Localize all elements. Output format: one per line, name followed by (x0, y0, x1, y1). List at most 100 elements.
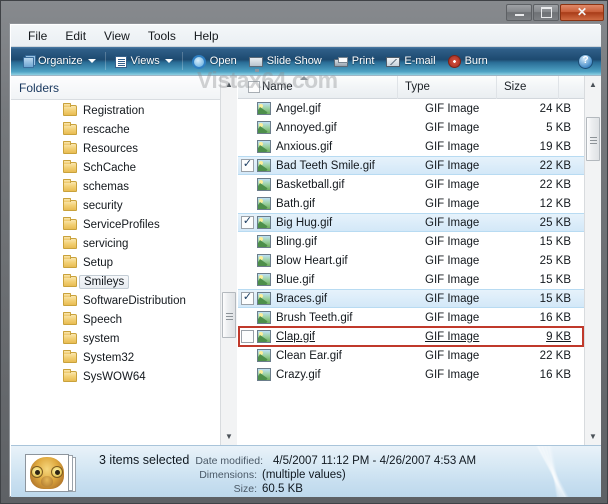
row-checkbox[interactable] (241, 330, 254, 343)
dimensions-value: (multiple values) (262, 469, 346, 481)
folders-title: Folders (19, 80, 60, 95)
tree-item-schcache[interactable]: SchCache (11, 158, 220, 177)
scroll-up-button[interactable]: ▲ (585, 76, 601, 93)
row-checkbox[interactable] (241, 157, 254, 172)
tree-item-serviceprofiles[interactable]: ServiceProfiles (11, 215, 220, 234)
file-type: GIF Image (425, 178, 480, 191)
tree-item-security[interactable]: security (11, 196, 220, 215)
menu-file[interactable]: File (19, 27, 56, 45)
row-checkbox[interactable] (241, 102, 254, 115)
scrollbar-thumb[interactable] (222, 292, 236, 338)
scroll-down-button[interactable]: ▼ (585, 428, 601, 445)
column-header-type[interactable]: Type (398, 75, 497, 99)
print-button[interactable]: Print (328, 49, 381, 73)
table-row[interactable]: Blue.gif GIF Image 15 KB (238, 270, 584, 289)
details-line-dimensions: Dimensions: (multiple values) (99, 469, 559, 481)
row-checkbox[interactable] (241, 349, 254, 362)
tree-item-resources[interactable]: Resources (11, 139, 220, 158)
table-row[interactable]: Anxious.gif GIF Image 19 KB (238, 137, 584, 156)
tree-item-label: Setup (83, 256, 114, 269)
file-name: Clap.gif (276, 330, 315, 343)
row-checkbox[interactable] (241, 235, 254, 248)
tree-item-servicing[interactable]: servicing (11, 234, 220, 253)
details-line-size: Size: 60.5 KB (99, 483, 559, 495)
row-checkbox[interactable] (241, 197, 254, 210)
views-button[interactable]: Views (109, 49, 179, 73)
minimize-button[interactable] (506, 3, 532, 21)
gif-image-icon (257, 197, 271, 210)
tree-item-schemas[interactable]: schemas (11, 177, 220, 196)
table-row[interactable]: Basketball.gif GIF Image 22 KB (238, 175, 584, 194)
row-checkbox[interactable] (241, 273, 254, 286)
table-row[interactable]: Bad Teeth Smile.gif GIF Image 22 KB (238, 156, 584, 175)
preview-thumbnail (25, 454, 79, 492)
row-checkbox[interactable] (241, 290, 254, 305)
tree-item-system[interactable]: system (11, 329, 220, 348)
table-row[interactable]: Braces.gif GIF Image 15 KB (238, 289, 584, 308)
views-label: Views (130, 55, 160, 67)
close-button[interactable]: ✕ (560, 3, 604, 21)
table-row[interactable]: Annoyed.gif GIF Image 5 KB (238, 118, 584, 137)
select-all-checkbox[interactable] (248, 81, 260, 93)
table-row[interactable]: Bath.gif GIF Image 12 KB (238, 194, 584, 213)
table-row[interactable]: Blow Heart.gif GIF Image 25 KB (238, 251, 584, 270)
disc-icon (447, 55, 461, 68)
tree-item-smileys[interactable]: Smileys (11, 272, 220, 291)
table-row[interactable]: Big Hug.gif GIF Image 25 KB (238, 213, 584, 232)
open-button[interactable]: Open (186, 49, 243, 73)
folder-icon (63, 236, 77, 249)
row-checkbox[interactable] (241, 368, 254, 381)
file-name: Blue.gif (276, 273, 315, 286)
organize-label: Organize (38, 55, 83, 67)
folders-scrollbar[interactable]: ▲ ▼ (220, 76, 237, 445)
organize-button[interactable]: Organize (17, 49, 102, 73)
help-button[interactable]: ? (578, 53, 593, 69)
column-header-blank[interactable] (559, 76, 584, 99)
tree-item-label: SchCache (83, 161, 137, 174)
folders-header[interactable]: Folders ⌄ (11, 76, 236, 100)
tree-item-label: security (83, 199, 123, 212)
scroll-down-button[interactable]: ▼ (221, 428, 237, 445)
menu-help[interactable]: Help (185, 27, 228, 45)
file-name: Annoyed.gif (276, 121, 337, 134)
tree-item-system32[interactable]: System32 (11, 348, 220, 367)
row-checkbox[interactable] (241, 214, 254, 229)
selection-count: 3 items selected (99, 453, 190, 467)
table-row[interactable]: Clap.gif GIF Image 9 KB (238, 327, 584, 346)
table-row[interactable]: Crazy.gif GIF Image 16 KB (238, 365, 584, 384)
row-checkbox[interactable] (241, 178, 254, 191)
file-type: GIF Image (425, 235, 480, 248)
column-header-name[interactable]: Name (238, 75, 398, 99)
tree-item-softwaredistribution[interactable]: SoftwareDistribution (11, 291, 220, 310)
file-name: Bling.gif (276, 235, 317, 248)
scroll-up-button[interactable]: ▲ (221, 76, 237, 93)
tree-item-syswow64[interactable]: SysWOW64 (11, 367, 220, 386)
explorer-window: ✕ ← → « Windows ▶ Smileys ⟳ ⌕ F (0, 0, 608, 504)
tree-item-speech[interactable]: Speech (11, 310, 220, 329)
table-row[interactable]: Angel.gif GIF Image 24 KB (238, 99, 584, 118)
tree-item-rescache[interactable]: rescache (11, 120, 220, 139)
row-checkbox[interactable] (241, 254, 254, 267)
maximize-button[interactable] (533, 3, 559, 21)
burn-button[interactable]: Burn (442, 49, 494, 73)
menu-tools[interactable]: Tools (139, 27, 185, 45)
column-header-size[interactable]: Size (497, 75, 559, 99)
grip-icon (589, 137, 597, 138)
details-pane: 3 items selected Date modified: 4/5/2007… (11, 445, 601, 497)
row-checkbox[interactable] (241, 140, 254, 153)
file-size: 19 KB (539, 140, 571, 153)
table-row[interactable]: Bling.gif GIF Image 15 KB (238, 232, 584, 251)
menu-view[interactable]: View (95, 27, 139, 45)
tree-item-setup[interactable]: Setup (11, 253, 220, 272)
file-list-scrollbar[interactable]: ▲ ▼ (584, 76, 601, 445)
table-row[interactable]: Clean Ear.gif GIF Image 22 KB (238, 346, 584, 365)
tree-item-registration[interactable]: Registration (11, 101, 220, 120)
scrollbar-thumb[interactable] (586, 117, 600, 161)
slideshow-button[interactable]: Slide Show (243, 49, 328, 73)
row-checkbox[interactable] (241, 311, 254, 324)
table-row[interactable]: Brush Teeth.gif GIF Image 16 KB (238, 308, 584, 327)
menu-edit[interactable]: Edit (56, 27, 95, 45)
row-checkbox[interactable] (241, 121, 254, 134)
size-label: Size: (233, 483, 257, 495)
email-button[interactable]: E-mail (380, 49, 441, 73)
